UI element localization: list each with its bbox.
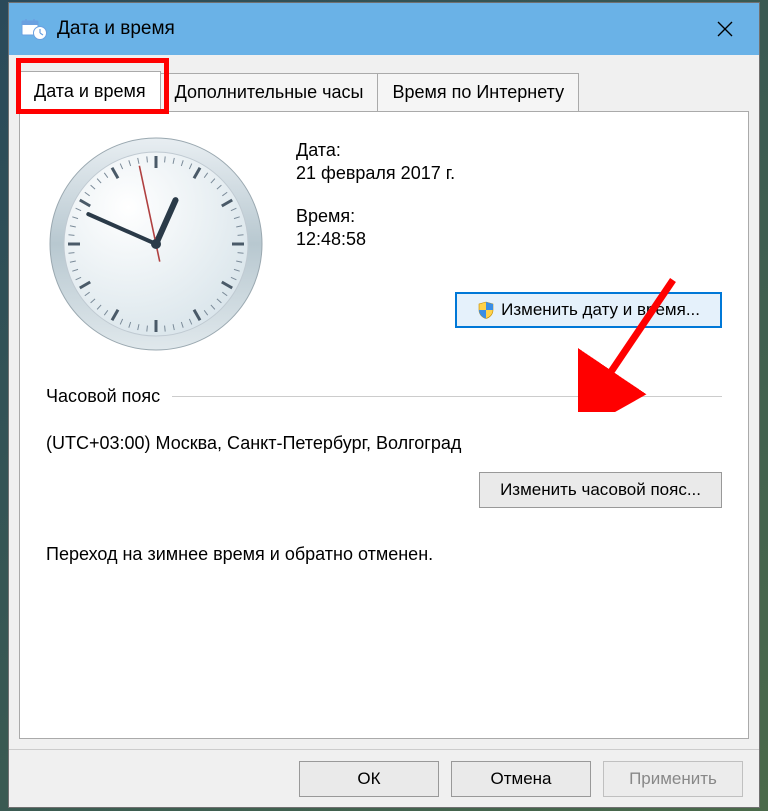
timezone-label: Часовой пояс [46, 386, 160, 407]
apply-button[interactable]: Применить [603, 761, 743, 797]
button-label: Изменить дату и время... [501, 300, 700, 320]
date-label: Дата: [296, 140, 722, 161]
button-label: Отмена [491, 769, 552, 789]
tab-label: Время по Интернету [392, 82, 564, 103]
change-timezone-button[interactable]: Изменить часовой пояс... [479, 472, 722, 508]
datetime-info: Дата: 21 февраля 2017 г. Время: 12:48:58… [296, 134, 722, 354]
time-value: 12:48:58 [296, 229, 722, 250]
datetime-section: Дата: 21 февраля 2017 г. Время: 12:48:58… [46, 134, 722, 354]
date-value: 21 февраля 2017 г. [296, 163, 722, 184]
tabstrip: Дата и время Дополнительные часы Время п… [9, 55, 759, 111]
close-button[interactable] [701, 7, 749, 51]
tab-label: Дополнительные часы [175, 82, 364, 103]
tab-internet-time[interactable]: Время по Интернету [377, 73, 579, 111]
calendar-clock-icon [21, 16, 47, 42]
button-label: ОК [357, 769, 380, 789]
tab-content: Дата: 21 февраля 2017 г. Время: 12:48:58… [19, 111, 749, 739]
date-time-dialog: Дата и время Дата и время Дополнительные… [8, 2, 760, 808]
cancel-button[interactable]: Отмена [451, 761, 591, 797]
dialog-footer: ОК Отмена Применить [9, 749, 759, 807]
tab-label: Дата и время [34, 81, 146, 102]
analog-clock [46, 134, 266, 354]
tab-date-time[interactable]: Дата и время [19, 71, 161, 111]
window-title: Дата и время [57, 18, 701, 40]
titlebar[interactable]: Дата и время [9, 3, 759, 55]
tab-additional-clocks[interactable]: Дополнительные часы [160, 73, 379, 111]
button-label: Изменить часовой пояс... [500, 480, 701, 500]
time-label: Время: [296, 206, 722, 227]
shield-icon [477, 301, 495, 319]
change-date-time-button[interactable]: Изменить дату и время... [455, 292, 722, 328]
timezone-section-header: Часовой пояс [46, 386, 722, 407]
timezone-value: (UTC+03:00) Москва, Санкт-Петербург, Вол… [46, 433, 722, 454]
button-label: Применить [629, 769, 717, 789]
dst-note: Переход на зимнее время и обратно отмене… [46, 544, 722, 565]
divider [172, 396, 722, 397]
ok-button[interactable]: ОК [299, 761, 439, 797]
